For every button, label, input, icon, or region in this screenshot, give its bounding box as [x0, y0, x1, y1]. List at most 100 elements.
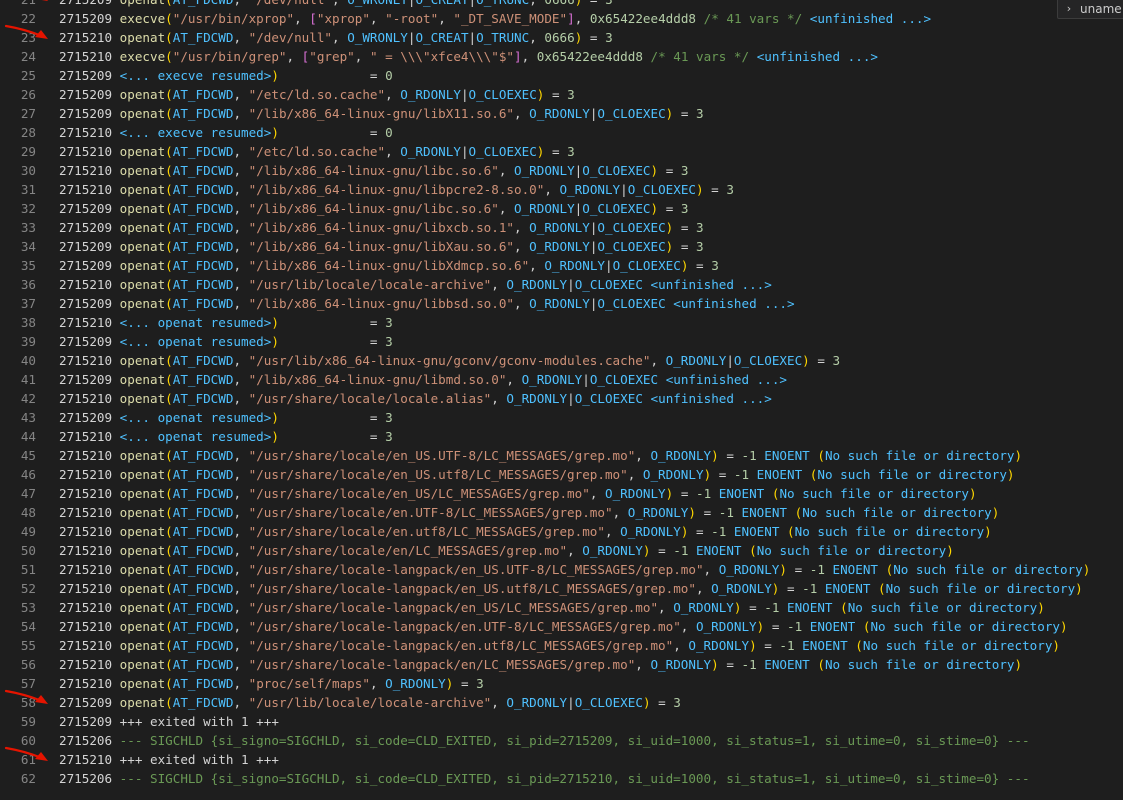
code-token: ) [984, 524, 992, 539]
code-token: ENOENT [787, 600, 833, 615]
code-token: openat [119, 144, 166, 159]
code-token: O_CLOEXEC [582, 201, 651, 216]
code-token: ) [749, 638, 757, 653]
code-token: AT_FDCWD [172, 182, 234, 197]
code-token: O_WRONLY [347, 0, 408, 7]
code-line: 42 2715210 openat(AT_FDCWD, "/usr/share/l… [0, 389, 1123, 408]
code-token: "/usr/share/locale-langpack/en_US.utf8/L… [248, 581, 696, 596]
code-token: ( [165, 201, 173, 216]
code-token: , [233, 391, 249, 406]
code-token: ( [165, 296, 173, 311]
code-line: 27 2715209 openat(AT_FDCWD, "/lib/x86_64-… [0, 104, 1123, 123]
code-token: "/lib/x86_64-linux-gnu/libpcre2-8.so.0" [248, 182, 545, 197]
code-token: , [233, 353, 249, 368]
code-token: , [233, 524, 249, 539]
code-text: 2715210 openat(AT_FDCWD, "/usr/share/loc… [59, 391, 772, 406]
code-token: = [741, 600, 765, 615]
code-token: = [696, 505, 719, 520]
code-token: , [233, 182, 249, 197]
code-token: 3 [476, 676, 484, 691]
code-line: 24 2715210 execve("/usr/bin/grep", ["grep… [0, 47, 1123, 66]
code-text: 2715210 openat(AT_FDCWD, "/usr/share/loc… [59, 562, 1090, 577]
code-token: openat [120, 0, 166, 7]
code-token: -1 [802, 581, 818, 596]
line-number: 29 [20, 144, 36, 159]
find-input[interactable]: uname [1080, 2, 1122, 16]
code-token: O_RDONLY [514, 163, 575, 178]
code-token: "/usr/share/locale/en.utf8/LC_MESSAGES/g… [248, 524, 605, 539]
code-token: , [233, 296, 249, 311]
code-token: "/lib/x86_64-linux-gnu/libX11.so.6" [248, 106, 514, 121]
code-token: No such file or directory [802, 505, 992, 520]
code-token: O_RDONLY [514, 201, 575, 216]
code-token: , [233, 372, 249, 387]
code-token: ( [165, 657, 173, 672]
code-text: 2715210 openat(AT_FDCWD, "proc/self/maps… [59, 676, 484, 691]
code-token: /* 41 vars */ [703, 11, 803, 26]
code-token: 2715210 [59, 581, 120, 596]
code-token: , [513, 220, 530, 235]
line-number: 23 [20, 30, 36, 45]
code-line: 26 2715209 openat(AT_FDCWD, "/etc/ld.so.c… [0, 85, 1123, 104]
code-token: O_RDONLY [604, 486, 666, 501]
code-token: "/usr/share/locale-langpack/en_US.UTF-8/… [248, 562, 704, 577]
code-token: AT_FDCWD [172, 258, 234, 273]
code-token: , [233, 163, 249, 178]
code-token: 3 [385, 410, 393, 425]
code-token: "/dev/null" [248, 30, 333, 45]
line-number: 30 [20, 163, 36, 178]
code-token: AT_FDCWD [172, 201, 234, 216]
code-token: "/usr/share/locale/en_US.utf8/LC_MESSAGE… [248, 467, 628, 482]
code-token: 2715210 [59, 752, 120, 767]
code-token: = [673, 486, 696, 501]
code-token: openat [119, 657, 166, 672]
code-line: 23 2715210 openat(AT_FDCWD, "/dev/null", … [0, 24, 1123, 47]
code-token: "/usr/bin/xprop" [172, 11, 295, 26]
code-token: O_RDONLY [529, 296, 590, 311]
code-token: , [695, 581, 712, 596]
code-token: O_TRUNC [476, 0, 529, 7]
code-token: ) [969, 486, 977, 501]
code-token: ( [165, 676, 173, 691]
code-token: openat [119, 353, 166, 368]
code-token: openat [119, 638, 166, 653]
code-token: | [620, 182, 628, 197]
code-text: 2715209 openat(AT_FDCWD, "/usr/lib/local… [59, 695, 681, 710]
code-token: AT_FDCWD [172, 486, 234, 501]
code-line: 57 2715210 openat(AT_FDCWD, "proc/self/ma… [0, 674, 1123, 693]
code-token: , [680, 619, 696, 634]
code-token: , [233, 220, 249, 235]
code-token: "/etc/ld.so.cache" [248, 87, 386, 102]
line-number: 27 [20, 106, 36, 121]
find-widget[interactable]: › uname [1057, 0, 1123, 19]
code-token: , [233, 448, 249, 463]
code-token: 3 [385, 315, 393, 330]
chevron-right-icon[interactable]: › [1058, 2, 1080, 15]
code-token: 2715210 [59, 676, 120, 691]
code-token: AT_FDCWD [172, 277, 234, 292]
code-text: 2715210 openat(AT_FDCWD, "/usr/lib/local… [59, 277, 772, 292]
line-number: 58 [20, 695, 36, 710]
editor-text-area[interactable]: 21 2715209 openat(AT_FDCWD, "/dev/null", … [0, 0, 1123, 788]
line-number: 37 [20, 296, 36, 311]
code-token: ( [840, 600, 848, 615]
code-token: No such file or directory [870, 619, 1060, 634]
code-token: ) [1014, 657, 1023, 672]
code-text: 2715210 openat(AT_FDCWD, "/usr/share/loc… [59, 505, 999, 520]
code-line: 21 2715209 openat(AT_FDCWD, "/dev/null", … [0, 0, 1123, 9]
code-token: "/usr/bin/grep" [172, 49, 287, 64]
code-token: | [468, 30, 477, 45]
code-line: 56 2715210 openat(AT_FDCWD, "/usr/share/l… [0, 655, 1123, 674]
code-token: 2715209 [59, 11, 120, 26]
code-token: 2715209 [59, 68, 120, 83]
code-token: = [809, 353, 833, 368]
line-number: 41 [20, 372, 36, 387]
code-line: 53 2715210 openat(AT_FDCWD, "/usr/share/l… [0, 598, 1123, 617]
code-token: , [612, 505, 628, 520]
code-token: ( [165, 353, 173, 368]
code-token: -1 [696, 486, 712, 501]
code-text: 2715209 openat(AT_FDCWD, "/lib/x86_64-li… [59, 220, 704, 235]
code-token: AT_FDCWD [172, 163, 234, 178]
